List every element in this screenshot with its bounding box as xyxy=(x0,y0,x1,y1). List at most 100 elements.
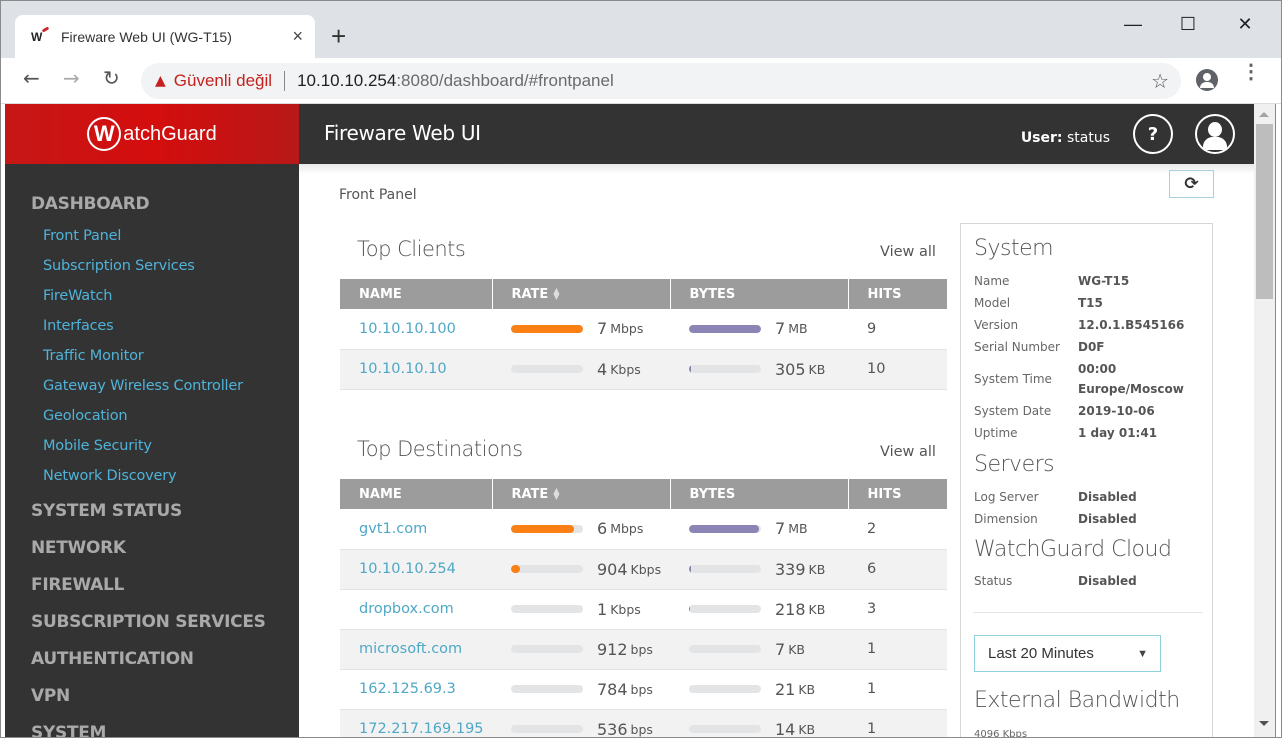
table-row[interactable]: 172.217.169.195 536 bps 14 KB 1 xyxy=(340,709,947,737)
sidebar: DASHBOARD Front Panel Subscription Servi… xyxy=(5,164,299,737)
bookmark-star-icon[interactable]: ☆ xyxy=(1151,69,1169,93)
browser-menu-icon[interactable]: ⋮ xyxy=(1241,62,1261,82)
watchguard-logo[interactable]: W atchGuard xyxy=(5,104,299,164)
column-header-hits[interactable]: HITS xyxy=(847,479,947,509)
scrollbar-thumb[interactable] xyxy=(1256,124,1273,299)
table-row[interactable]: 10.10.10.100 7 Mbps 7 MB 9 xyxy=(340,309,947,350)
rate-cell: 784 bps xyxy=(492,669,670,710)
column-header-name[interactable]: NAME xyxy=(340,479,492,509)
row-name-link[interactable]: microsoft.com xyxy=(340,629,492,670)
close-window-button[interactable]: ✕ xyxy=(1230,11,1260,37)
sidebar-item-front-panel[interactable]: Front Panel xyxy=(43,228,121,244)
maximize-button[interactable]: ☐ xyxy=(1173,11,1203,37)
rate-bar xyxy=(511,324,583,333)
help-icon[interactable]: ? xyxy=(1133,114,1173,154)
table-row[interactable]: 10.10.10.254 904 Kbps 339 KB 6 xyxy=(340,549,947,590)
scroll-down-arrow-icon[interactable] xyxy=(1259,721,1269,726)
watchguard-favicon-icon: W xyxy=(31,30,53,44)
user-avatar-icon[interactable] xyxy=(1195,114,1235,154)
sidebar-section-vpn[interactable]: VPN xyxy=(31,686,70,706)
column-header-rate[interactable]: RATE ▲ ▼ xyxy=(491,279,670,309)
row-name-link[interactable]: 10.10.10.254 xyxy=(340,549,492,590)
row-name-link[interactable]: 162.125.69.3 xyxy=(340,669,492,710)
tab-strip: W Fireware Web UI (WG-T15) × + — ☐ ✕ xyxy=(1,1,1281,58)
sidebar-section-dashboard[interactable]: DASHBOARD xyxy=(31,194,150,214)
bytes-unit: KB xyxy=(798,721,816,737)
table-row[interactable]: microsoft.com 912 bps 7 KB 1 xyxy=(340,629,947,670)
sidebar-section-system[interactable]: SYSTEM xyxy=(31,723,106,737)
row-name-link[interactable]: gvt1.com xyxy=(340,509,492,550)
table-row[interactable]: dropbox.com 1 Kbps 218 KB 3 xyxy=(340,589,947,630)
sidebar-item-mobile-security[interactable]: Mobile Security xyxy=(43,438,152,454)
rate-bar xyxy=(511,565,583,573)
servers-title: Servers xyxy=(974,452,1055,477)
system-key: Name xyxy=(974,274,1010,288)
top-destinations-view-all-link[interactable]: View all xyxy=(880,444,936,460)
address-bar[interactable]: ▲ Güvenli değil 10.10.10.254:8080/dashbo… xyxy=(141,63,1181,99)
sidebar-section-firewall[interactable]: FIREWALL xyxy=(31,575,124,595)
profile-icon[interactable] xyxy=(1196,69,1218,91)
sidebar-section-subscription-services[interactable]: SUBSCRIPTION SERVICES xyxy=(31,612,266,632)
table-row[interactable]: 162.125.69.3 784 bps 21 KB 1 xyxy=(340,669,947,710)
rate-bar xyxy=(511,645,583,653)
sort-icon[interactable]: ▲ ▼ xyxy=(553,287,559,301)
system-key: Model xyxy=(974,296,1011,310)
top-clients-table: NAME RATE ▲ ▼ BYTES HITS 10.10.10.100 7 Mbps… xyxy=(340,279,947,390)
reload-button[interactable]: ↻ xyxy=(103,66,120,90)
server-key: Log Server xyxy=(974,490,1039,504)
url-host: 10.10.10.254 xyxy=(297,71,397,90)
row-name-link[interactable]: 10.10.10.100 xyxy=(340,309,492,350)
column-header-hits[interactable]: HITS xyxy=(847,279,947,309)
sidebar-section-authentication[interactable]: AUTHENTICATION xyxy=(31,649,194,669)
external-bandwidth-title: External Bandwidth xyxy=(974,688,1180,713)
forward-button[interactable]: → xyxy=(63,66,80,90)
rate-bar xyxy=(511,685,583,693)
column-header-bytes[interactable]: BYTES xyxy=(669,479,848,509)
new-tab-button[interactable]: + xyxy=(331,21,346,51)
column-header-rate[interactable]: RATE ▲ ▼ xyxy=(491,479,670,509)
back-button[interactable]: ← xyxy=(23,66,40,90)
table-row[interactable]: gvt1.com 6 Mbps 7 MB 2 xyxy=(340,509,947,550)
table-row[interactable]: 10.10.10.10 4 Kbps 305 KB 10 xyxy=(340,349,947,390)
sidebar-item-interfaces[interactable]: Interfaces xyxy=(43,318,114,334)
bytes-bar-fill xyxy=(689,565,692,573)
sidebar-item-geolocation[interactable]: Geolocation xyxy=(43,408,128,424)
top-clients-view-all-link[interactable]: View all xyxy=(880,244,936,260)
rate-unit: bps xyxy=(630,641,653,657)
window-edge xyxy=(1275,104,1281,737)
column-header-bytes[interactable]: BYTES xyxy=(669,279,848,309)
time-range-select[interactable]: Last 20 Minutes ▼ xyxy=(974,635,1161,672)
system-title: System xyxy=(974,236,1054,261)
bytes-cell: 14 KB xyxy=(670,709,848,737)
refresh-button[interactable]: ⟳ xyxy=(1169,170,1214,198)
sort-icon[interactable]: ▲ ▼ xyxy=(553,487,559,501)
scroll-up-arrow-icon[interactable] xyxy=(1259,112,1269,117)
sidebar-item-network-discovery[interactable]: Network Discovery xyxy=(43,468,177,484)
sidebar-section-system-status[interactable]: SYSTEM STATUS xyxy=(31,501,182,521)
vertical-scrollbar[interactable] xyxy=(1254,104,1275,737)
hits-value: 9 xyxy=(848,309,947,350)
system-key: Uptime xyxy=(974,426,1018,440)
row-name-link[interactable]: dropbox.com xyxy=(340,589,492,630)
browser-tab[interactable]: W Fireware Web UI (WG-T15) × xyxy=(15,15,315,58)
minimize-button[interactable]: — xyxy=(1118,11,1148,37)
rate-value: 4 xyxy=(597,359,608,379)
security-status[interactable]: Güvenli değil xyxy=(174,71,272,91)
column-header-name[interactable]: NAME xyxy=(340,279,492,309)
hits-value: 2 xyxy=(848,509,947,550)
sidebar-item-subscription-services[interactable]: Subscription Services xyxy=(43,258,195,274)
bytes-bar-fill xyxy=(689,324,761,333)
sidebar-section-network[interactable]: NETWORK xyxy=(31,538,126,558)
row-name-link[interactable]: 172.217.169.195 xyxy=(340,709,492,737)
close-tab-icon[interactable]: × xyxy=(292,26,303,47)
cloud-title: WatchGuard Cloud xyxy=(974,537,1172,562)
rate-unit: bps xyxy=(630,721,653,737)
sidebar-item-firewatch[interactable]: FireWatch xyxy=(43,288,112,304)
row-name-link[interactable]: 10.10.10.10 xyxy=(340,349,492,390)
bytes-bar-fill xyxy=(689,524,759,533)
bytes-bar xyxy=(689,645,761,653)
bytes-cell: 7 MB xyxy=(670,509,848,550)
rate-value: 912 xyxy=(597,639,628,659)
sidebar-item-gateway-wireless-controller[interactable]: Gateway Wireless Controller xyxy=(43,378,243,394)
sidebar-item-traffic-monitor[interactable]: Traffic Monitor xyxy=(43,348,144,364)
